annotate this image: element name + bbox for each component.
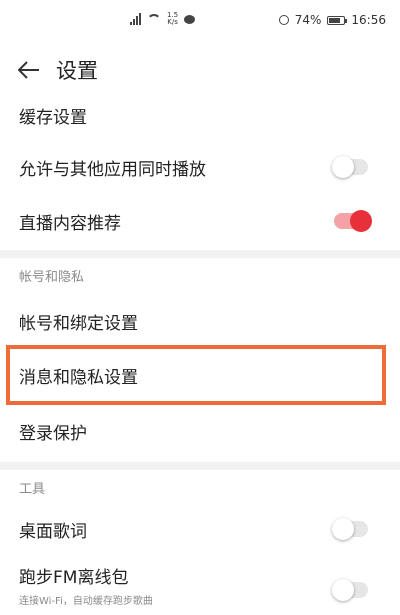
running-fm-item[interactable]: 跑步FM离线包 — [0, 560, 400, 601]
running-fm-toggle[interactable] — [332, 579, 368, 601]
cache-settings-label: 缓存设置 — [19, 107, 87, 128]
page-title: 设置 — [56, 59, 98, 83]
battery-percent: 74% — [294, 13, 322, 27]
live-recommend-label: 直播内容推荐 — [19, 213, 121, 234]
allow-play-toggle[interactable] — [332, 156, 368, 178]
signal-icon — [130, 13, 141, 25]
cache-settings-item[interactable]: 缓存设置 — [0, 97, 400, 133]
account-bind-item[interactable]: 帐号和绑定设置 — [0, 294, 400, 348]
message-icon — [184, 14, 196, 24]
top-bar: 设置 — [0, 48, 400, 92]
alarm-icon — [278, 15, 289, 25]
status-left-icons: 1.5 K/s — [130, 11, 196, 26]
running-fm-label: 跑步FM离线包 — [19, 567, 129, 588]
section-divider — [0, 462, 400, 470]
account-bind-label: 帐号和绑定设置 — [19, 313, 138, 334]
running-fm-subtitle: 连接Wi-Fi，自动缓存跑步歌曲 — [19, 596, 153, 607]
battery-icon — [327, 15, 348, 25]
desktop-lyrics-label: 桌面歌词 — [19, 521, 87, 542]
section-divider — [0, 250, 400, 258]
wifi-icon — [147, 14, 161, 24]
desktop-lyrics-toggle[interactable] — [332, 518, 368, 540]
live-recommend-item[interactable]: 直播内容推荐 — [0, 194, 400, 248]
network-speed: 1.5 K/s — [167, 11, 179, 26]
clock: 16:56 — [351, 13, 386, 27]
arrow-left-icon[interactable] — [14, 55, 44, 85]
section-label-tools: 工具 — [19, 482, 46, 497]
allow-play-item[interactable]: 允许与其他应用同时播放 — [0, 140, 400, 194]
login-protect-label: 登录保护 — [19, 423, 87, 444]
status-bar: 1.5 K/s 74% 16:56 — [0, 0, 400, 40]
desktop-lyrics-item[interactable]: 桌面歌词 — [0, 504, 400, 554]
highlight-box — [6, 345, 386, 405]
status-right-icons: 74% 16:56 — [278, 13, 386, 27]
live-recommend-toggle[interactable] — [334, 210, 372, 232]
allow-play-label: 允许与其他应用同时播放 — [19, 159, 206, 180]
login-protect-item[interactable]: 登录保护 — [0, 404, 400, 458]
section-label-account: 帐号和隐私 — [19, 270, 85, 285]
